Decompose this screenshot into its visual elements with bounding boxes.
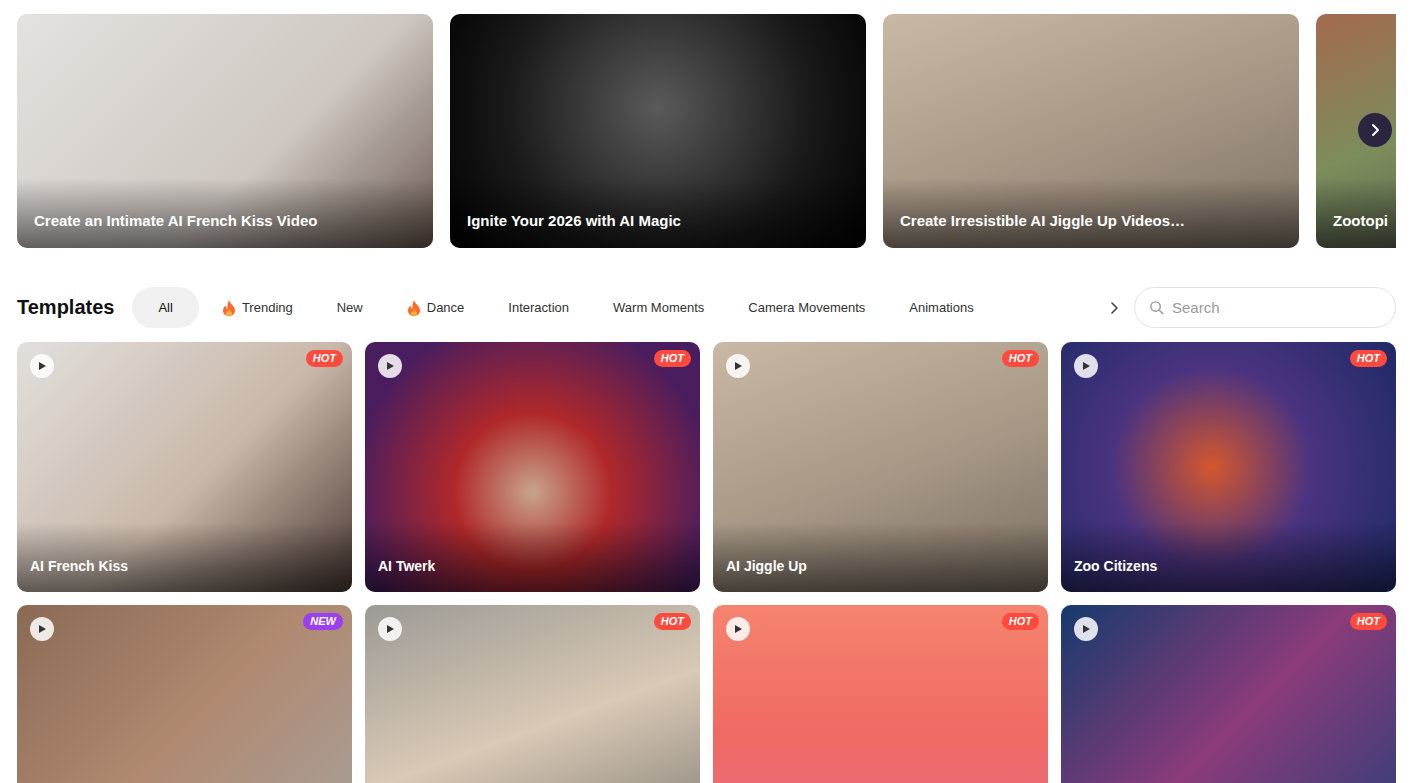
- card-shade: [1061, 522, 1396, 592]
- play-icon: [37, 624, 47, 634]
- card-shade: [365, 522, 700, 592]
- banner-carousel: Create an Intimate AI French Kiss Video …: [17, 14, 1396, 248]
- card-badge: HOT: [1002, 613, 1039, 630]
- template-card[interactable]: HOT AI Jiggle Up: [713, 342, 1048, 592]
- card-shade: [713, 522, 1048, 592]
- play-button[interactable]: [1074, 617, 1098, 641]
- card-badge: HOT: [1350, 350, 1387, 367]
- play-icon: [1081, 624, 1091, 634]
- template-card[interactable]: HOT AI French Kiss: [17, 342, 352, 592]
- template-card[interactable]: HOT: [1061, 605, 1396, 783]
- banner-card[interactable]: Create Irresistible AI Jiggle Up Videos…: [883, 14, 1299, 248]
- card-title: AI French Kiss: [17, 558, 136, 592]
- fire-icon: [407, 300, 421, 316]
- banner-card[interactable]: Ignite Your 2026 with AI Magic: [450, 14, 866, 248]
- category-tab[interactable]: All: [132, 287, 198, 328]
- card-badge: HOT: [654, 613, 691, 630]
- card-title: AI Twerk: [365, 558, 443, 592]
- carousel-next-button[interactable]: [1358, 113, 1392, 147]
- category-tab[interactable]: New: [316, 287, 384, 328]
- card-badge: NEW: [303, 613, 343, 630]
- tab-label: Camera Movements: [748, 300, 865, 315]
- tab-label: Warm Moments: [613, 300, 704, 315]
- play-icon: [385, 361, 395, 371]
- category-tab[interactable]: Warm Moments: [592, 287, 725, 328]
- category-tab[interactable]: Interaction: [487, 287, 590, 328]
- play-icon: [1081, 361, 1091, 371]
- play-icon: [37, 361, 47, 371]
- template-card[interactable]: HOT AI Twerk: [365, 342, 700, 592]
- play-icon: [733, 361, 743, 371]
- search-field[interactable]: [1134, 287, 1396, 328]
- category-tab[interactable]: Camera Movements: [727, 287, 886, 328]
- template-card[interactable]: HOT: [365, 605, 700, 783]
- category-tabs: All Trending New Dance Interaction Warm …: [132, 287, 1094, 328]
- banner-title: Zootopi: [1316, 212, 1396, 248]
- tab-label: New: [337, 300, 363, 315]
- tab-label: Animations: [909, 300, 973, 315]
- tab-label: Dance: [427, 300, 465, 315]
- play-button[interactable]: [726, 617, 750, 641]
- play-icon: [385, 624, 395, 634]
- play-button[interactable]: [30, 617, 54, 641]
- templates-toolbar: Templates All Trending New Dance Interac…: [17, 287, 1396, 328]
- play-icon: [733, 624, 743, 634]
- banner-card[interactable]: Create an Intimate AI French Kiss Video: [17, 14, 433, 248]
- play-button[interactable]: [1074, 354, 1098, 378]
- card-badge: HOT: [1002, 350, 1039, 367]
- templates-heading: Templates: [17, 296, 114, 319]
- search-icon: [1149, 300, 1164, 315]
- category-tab[interactable]: Trending: [201, 287, 314, 328]
- play-button[interactable]: [378, 617, 402, 641]
- category-tab[interactable]: Animations: [888, 287, 994, 328]
- card-badge: HOT: [306, 350, 343, 367]
- chevron-right-icon: [1108, 301, 1120, 315]
- tab-label: Trending: [242, 300, 293, 315]
- template-card[interactable]: HOT Zoo Citizens: [1061, 342, 1396, 592]
- chevron-right-icon: [1368, 123, 1382, 137]
- play-button[interactable]: [378, 354, 402, 378]
- tab-label: All: [158, 300, 172, 315]
- page: Create an Intimate AI French Kiss Video …: [0, 0, 1410, 783]
- card-title: AI Jiggle Up: [713, 558, 815, 592]
- category-tab[interactable]: Dance: [386, 287, 486, 328]
- search-input[interactable]: [1170, 298, 1381, 317]
- card-badge: HOT: [654, 350, 691, 367]
- banner-title: Ignite Your 2026 with AI Magic: [450, 212, 689, 248]
- template-card[interactable]: HOT: [713, 605, 1048, 783]
- tabs-next-button[interactable]: [1094, 287, 1134, 328]
- template-card[interactable]: NEW: [17, 605, 352, 783]
- fire-icon: [222, 300, 236, 316]
- card-title: Zoo Citizens: [1061, 558, 1165, 592]
- banner-title: Create an Intimate AI French Kiss Video: [17, 212, 325, 248]
- card-shade: [17, 522, 352, 592]
- play-button[interactable]: [30, 354, 54, 378]
- banner-title: Create Irresistible AI Jiggle Up Videos…: [883, 212, 1193, 248]
- tab-label: Interaction: [508, 300, 569, 315]
- play-button[interactable]: [726, 354, 750, 378]
- template-grid: HOT AI French Kiss HOT AI Twerk HOT AI J…: [17, 342, 1396, 783]
- card-badge: HOT: [1350, 613, 1387, 630]
